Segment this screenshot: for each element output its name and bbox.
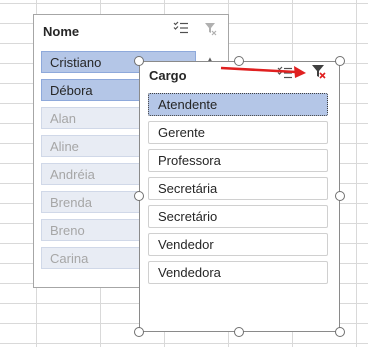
clear-filter-icon[interactable] — [311, 64, 327, 85]
slicer-item[interactable]: Gerente — [148, 121, 328, 144]
multi-select-icon[interactable] — [173, 21, 189, 40]
slicer-nome-title: Nome — [43, 24, 80, 39]
clear-filter-icon[interactable] — [204, 22, 218, 41]
resize-handle-bottom[interactable] — [234, 327, 244, 337]
resize-handle-top-left[interactable] — [134, 56, 144, 66]
resize-handle-bottom-left[interactable] — [134, 327, 144, 337]
resize-handle-top[interactable] — [234, 56, 244, 66]
slicer-item[interactable]: Vendedora — [148, 261, 328, 284]
slicer-item[interactable]: Vendedor — [148, 233, 328, 256]
slicer-item[interactable]: Professora — [148, 149, 328, 172]
resize-handle-bottom-right[interactable] — [335, 327, 345, 337]
resize-handle-top-right[interactable] — [335, 56, 345, 66]
slicer-item[interactable]: Secretária — [148, 177, 328, 200]
slicer-cargo[interactable]: Cargo Atendente Gerente Professora Secre… — [139, 61, 340, 332]
slicer-item[interactable]: Secretário — [148, 205, 328, 228]
resize-handle-right[interactable] — [335, 191, 345, 201]
resize-handle-left[interactable] — [134, 191, 144, 201]
multi-select-icon[interactable] — [277, 66, 293, 85]
slicer-cargo-title: Cargo — [149, 68, 187, 83]
slicer-item[interactable]: Atendente — [148, 93, 328, 116]
